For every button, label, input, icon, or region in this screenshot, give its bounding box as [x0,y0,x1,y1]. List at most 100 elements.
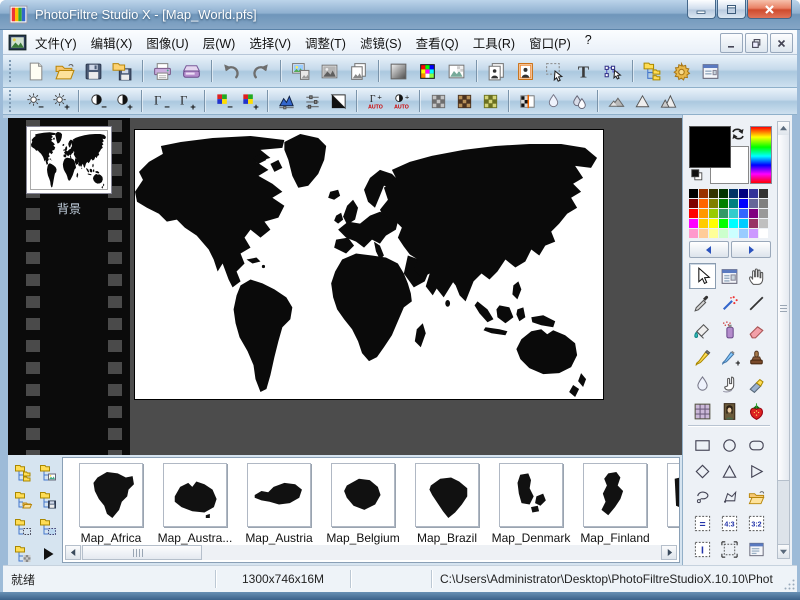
palette-color-22[interactable] [739,209,748,218]
layer-background-thumbnail[interactable] [26,126,112,194]
ratio-=-shape[interactable]: = [689,511,716,536]
palette-color-25[interactable] [689,219,698,228]
menu-item-2[interactable]: 编辑(X) [84,30,140,55]
browser-scrollbar[interactable] [65,545,677,560]
hand-tool[interactable] [743,263,770,289]
saturation-minus-button[interactable]: − [210,90,236,113]
copy-image-button[interactable] [482,58,511,85]
grayscale-image-button[interactable] [315,58,344,85]
frame-image-button[interactable] [511,58,540,85]
palette-color-36[interactable] [719,229,728,238]
palette-color-34[interactable] [699,229,708,238]
scrollbar-thumb[interactable] [82,545,202,560]
menu-item-8[interactable]: 查看(Q) [409,30,466,55]
palette-color-2[interactable] [699,189,708,198]
nozzle-tool[interactable] [743,371,770,397]
menu-item-11[interactable]: ? [578,30,599,55]
tree-selection-button[interactable] [10,513,35,540]
diamond-shape[interactable] [689,459,716,484]
browser-item-6[interactable]: Map_Denmark [489,463,573,545]
palette-color-3[interactable] [709,189,718,198]
browser-item-4[interactable]: Map_Belgium [321,463,405,545]
palette-prev-button[interactable] [689,241,729,258]
gamma-plus-button[interactable]: Γ+ [173,90,199,113]
palette-color-35[interactable] [709,229,718,238]
plugins-button[interactable] [667,58,696,85]
palette-color-4[interactable] [719,189,728,198]
save-button[interactable] [79,58,108,85]
palette-color-7[interactable] [749,189,758,198]
lasso-shape[interactable] [689,485,716,510]
swap-colors-icon[interactable] [730,126,746,142]
palette-color-24[interactable] [759,209,768,218]
palette-next-button[interactable] [731,241,771,258]
palette-color-19[interactable] [709,209,718,218]
toolbar-drag-handle[interactable] [9,60,15,82]
browser-thumbnail[interactable] [415,463,479,527]
redo-button[interactable] [246,58,275,85]
browser-item-8[interactable]: M [657,463,680,545]
maximize-button[interactable] [717,0,746,19]
browser-thumbnail[interactable] [499,463,563,527]
browser-thumbnail[interactable] [79,463,143,527]
rounded-rect-shape[interactable] [743,433,770,458]
browser-thumbnail[interactable] [331,463,395,527]
explorer-button[interactable] [638,58,667,85]
transparency-button[interactable] [442,58,471,85]
polygon-shape[interactable] [716,485,743,510]
palette-color-1[interactable] [689,189,698,198]
pattern-tool[interactable] [689,398,716,424]
palette-color-15[interactable] [749,199,758,208]
minimize-button[interactable] [687,0,716,19]
image-canvas[interactable] [134,129,604,400]
mosaic-green-button[interactable] [477,90,503,113]
toolbar-drag-handle[interactable] [9,90,15,112]
scroll-right-button[interactable] [661,545,677,560]
browser-thumbnail[interactable] [583,463,647,527]
tree-open-folder-button[interactable] [10,486,35,513]
vector-path-button[interactable] [598,58,627,85]
palette-color-23[interactable] [749,209,758,218]
palette-color-28[interactable] [719,219,728,228]
palette-color-14[interactable] [739,199,748,208]
tree-image-button[interactable] [35,459,60,486]
scroll-up-button[interactable] [778,122,789,136]
foreground-color-swatch[interactable] [689,126,731,168]
gamma-minus-button[interactable]: Γ− [147,90,173,113]
new-file-button[interactable] [21,58,50,85]
eraser-tool[interactable] [743,317,770,343]
strawberry-tool[interactable] [743,398,770,424]
panel-scrollbar[interactable] [777,121,790,559]
palette-color-31[interactable] [749,219,758,228]
paintbrush-tool[interactable] [689,344,716,370]
menu-item-3[interactable]: 图像(U) [139,30,195,55]
scrollbar-thumb[interactable] [778,135,789,481]
gamma-auto-button[interactable]: Γ+AUTO [362,90,388,113]
browser-item-5[interactable]: Map_Brazil [405,463,489,545]
palette-color-40[interactable] [759,229,768,238]
palette-color-8[interactable] [759,189,768,198]
tree-save-button[interactable] [35,486,60,513]
saturation-plus-button[interactable]: + [236,90,262,113]
gradient-button[interactable] [384,58,413,85]
palette-color-38[interactable] [739,229,748,238]
manager-tool[interactable] [716,263,743,289]
browser-thumbnail[interactable] [163,463,227,527]
close-button[interactable] [747,0,792,19]
palette-color-5[interactable] [729,189,738,198]
palette-color-29[interactable] [729,219,738,228]
duplicate-image-button[interactable] [344,58,373,85]
palette-color-18[interactable] [699,209,708,218]
mosaic-gray-button[interactable] [425,90,451,113]
browser-item-2[interactable]: Map_Austra... [153,463,237,545]
palette-color-13[interactable] [729,199,738,208]
menu-item-7[interactable]: 滤镜(S) [353,30,409,55]
fill-tool[interactable] [689,317,716,343]
play-button[interactable] [35,540,60,567]
artistic-tool[interactable] [716,398,743,424]
brightness-plus-button[interactable]: + [47,90,73,113]
tree-mask-button[interactable] [35,513,60,540]
options-shape[interactable] [743,537,770,562]
transfer-image-button[interactable] [286,58,315,85]
menu-item-10[interactable]: 窗口(P) [522,30,578,55]
